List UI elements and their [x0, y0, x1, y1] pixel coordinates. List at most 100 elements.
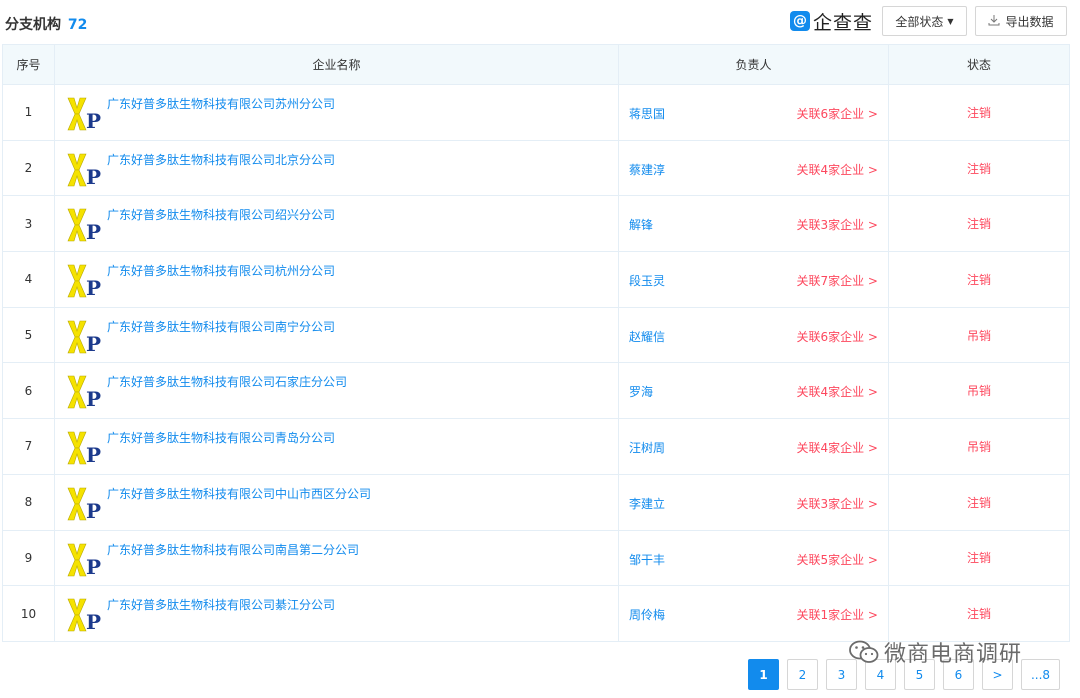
status-badge: 吊销	[888, 362, 1070, 420]
person-name-link[interactable]: 李建立	[629, 495, 665, 512]
table-row: 9 P 广东好普多肽生物科技有限公司南昌第二分公司 邹干丰 关联5家企业 > 注…	[2, 529, 1070, 587]
related-companies-link[interactable]: 关联4家企业 >	[796, 439, 878, 456]
page-button-2[interactable]: 2	[787, 659, 818, 690]
section-header: 分支机构 72 @ 企查查 全部状态 ▼ 导出数据	[0, 0, 1080, 44]
company-logo-icon[interactable]: P	[65, 542, 103, 578]
status-badge: 注销	[888, 585, 1070, 642]
last-page-button[interactable]: ...8	[1021, 659, 1060, 690]
column-header-person: 负责人	[618, 44, 889, 85]
qichacha-brand-text: 企查查	[813, 11, 874, 34]
company-name-link[interactable]: 广东好普多肽生物科技有限公司苏州分公司	[107, 95, 335, 112]
section-title: 分支机构 72	[5, 14, 87, 34]
svg-text:P: P	[86, 499, 101, 522]
company-cell: P 广东好普多肽生物科技有限公司杭州分公司	[54, 251, 619, 308]
company-cell: P 广东好普多肽生物科技有限公司中山市西区分公司	[54, 473, 619, 531]
company-name-link[interactable]: 广东好普多肽生物科技有限公司中山市西区分公司	[107, 485, 371, 502]
company-cell: P 广东好普多肽生物科技有限公司南宁分公司	[54, 306, 619, 364]
svg-text:P: P	[86, 165, 101, 188]
company-cell: P 广东好普多肽生物科技有限公司綦江分公司	[54, 585, 619, 642]
status-badge: 吊销	[888, 418, 1070, 475]
person-name-link[interactable]: 周伶梅	[629, 606, 665, 623]
related-companies-link[interactable]: 关联7家企业 >	[796, 272, 878, 289]
person-name-link[interactable]: 罗海	[629, 383, 653, 400]
related-companies-link[interactable]: 关联4家企业 >	[796, 161, 878, 178]
person-name-link[interactable]: 段玉灵	[629, 272, 665, 289]
related-companies-link[interactable]: 关联5家企业 >	[796, 551, 878, 568]
person-name-link[interactable]: 赵耀信	[629, 328, 665, 345]
company-name-link[interactable]: 广东好普多肽生物科技有限公司石家庄分公司	[107, 373, 347, 390]
svg-text:P: P	[86, 332, 101, 355]
qichacha-badge-icon: @	[790, 11, 810, 31]
row-index: 5	[2, 306, 55, 364]
company-name-link[interactable]: 广东好普多肽生物科技有限公司南宁分公司	[107, 318, 335, 335]
branch-count: 72	[67, 17, 88, 33]
company-logo-icon[interactable]: P	[65, 263, 103, 299]
svg-text:P: P	[86, 443, 101, 466]
company-logo-icon[interactable]: P	[65, 96, 103, 132]
related-companies-link[interactable]: 关联6家企业 >	[796, 105, 878, 122]
row-index: 8	[2, 473, 55, 531]
row-index: 10	[2, 585, 55, 642]
status-badge: 注销	[888, 473, 1070, 531]
column-header-company: 企业名称	[54, 44, 619, 85]
company-logo-icon[interactable]: P	[65, 597, 103, 633]
company-name-link[interactable]: 广东好普多肽生物科技有限公司青岛分公司	[107, 429, 335, 446]
person-name-link[interactable]: 汪树周	[629, 439, 665, 456]
status-filter-label: 全部状态	[895, 14, 944, 29]
person-name-link[interactable]: 邹干丰	[629, 551, 665, 568]
table-row: 5 P 广东好普多肽生物科技有限公司南宁分公司 赵耀信 关联6家企业 > 吊销	[2, 306, 1070, 364]
related-companies-link[interactable]: 关联3家企业 >	[796, 495, 878, 512]
company-logo-icon[interactable]: P	[65, 207, 103, 243]
person-cell: 邹干丰 关联5家企业 >	[618, 529, 889, 587]
company-logo-icon[interactable]: P	[65, 374, 103, 410]
company-logo-icon[interactable]: P	[65, 486, 103, 522]
person-cell: 汪树周 关联4家企业 >	[618, 418, 889, 475]
svg-text:P: P	[86, 109, 101, 132]
wechat-icon	[849, 640, 879, 663]
person-name-link[interactable]: 解锋	[629, 216, 653, 233]
company-logo-icon[interactable]: P	[65, 319, 103, 355]
company-name-link[interactable]: 广东好普多肽生物科技有限公司綦江分公司	[107, 596, 335, 613]
company-logo-icon[interactable]: P	[65, 152, 103, 188]
status-badge: 注销	[888, 529, 1070, 587]
status-badge: 注销	[888, 84, 1070, 141]
person-name-link[interactable]: 蔡建淳	[629, 161, 665, 178]
related-companies-link[interactable]: 关联6家企业 >	[796, 328, 878, 345]
status-filter-dropdown[interactable]: 全部状态 ▼	[882, 6, 967, 36]
svg-text:P: P	[86, 610, 101, 633]
section-title-text: 分支机构	[5, 17, 61, 33]
row-index: 1	[2, 84, 55, 141]
svg-text:P: P	[86, 387, 101, 410]
person-cell: 解锋 关联3家企业 >	[618, 195, 889, 253]
company-logo-icon[interactable]: P	[65, 430, 103, 466]
status-badge: 吊销	[888, 306, 1070, 364]
row-index: 7	[2, 418, 55, 475]
company-cell: P 广东好普多肽生物科技有限公司青岛分公司	[54, 418, 619, 475]
related-companies-link[interactable]: 关联1家企业 >	[796, 606, 878, 623]
status-badge: 注销	[888, 139, 1070, 197]
related-companies-link[interactable]: 关联4家企业 >	[796, 383, 878, 400]
table-row: 7 P 广东好普多肽生物科技有限公司青岛分公司 汪树周 关联4家企业 > 吊销	[2, 418, 1070, 475]
qichacha-logo: @ 企查查	[790, 9, 874, 34]
row-index: 2	[2, 139, 55, 197]
company-cell: P 广东好普多肽生物科技有限公司绍兴分公司	[54, 195, 619, 253]
person-cell: 赵耀信 关联6家企业 >	[618, 306, 889, 364]
svg-text:P: P	[86, 555, 101, 578]
status-badge: 注销	[888, 195, 1070, 253]
watermark-text: 微商电商调研	[884, 642, 1023, 667]
person-cell: 段玉灵 关联7家企业 >	[618, 251, 889, 308]
company-name-link[interactable]: 广东好普多肽生物科技有限公司绍兴分公司	[107, 206, 335, 223]
person-name-link[interactable]: 蒋思国	[629, 105, 665, 122]
company-name-link[interactable]: 广东好普多肽生物科技有限公司南昌第二分公司	[107, 541, 359, 558]
company-cell: P 广东好普多肽生物科技有限公司南昌第二分公司	[54, 529, 619, 587]
related-companies-link[interactable]: 关联3家企业 >	[796, 216, 878, 233]
export-data-button[interactable]: 导出数据	[975, 6, 1067, 36]
company-name-link[interactable]: 广东好普多肽生物科技有限公司杭州分公司	[107, 262, 335, 279]
company-cell: P 广东好普多肽生物科技有限公司北京分公司	[54, 139, 619, 197]
table-row: 4 P 广东好普多肽生物科技有限公司杭州分公司 段玉灵 关联7家企业 > 注销	[2, 251, 1070, 308]
company-name-link[interactable]: 广东好普多肽生物科技有限公司北京分公司	[107, 151, 335, 168]
export-data-label: 导出数据	[1005, 14, 1054, 29]
company-cell: P 广东好普多肽生物科技有限公司石家庄分公司	[54, 362, 619, 420]
person-cell: 蒋思国 关联6家企业 >	[618, 84, 889, 141]
page-button-1[interactable]: 1	[748, 659, 779, 690]
